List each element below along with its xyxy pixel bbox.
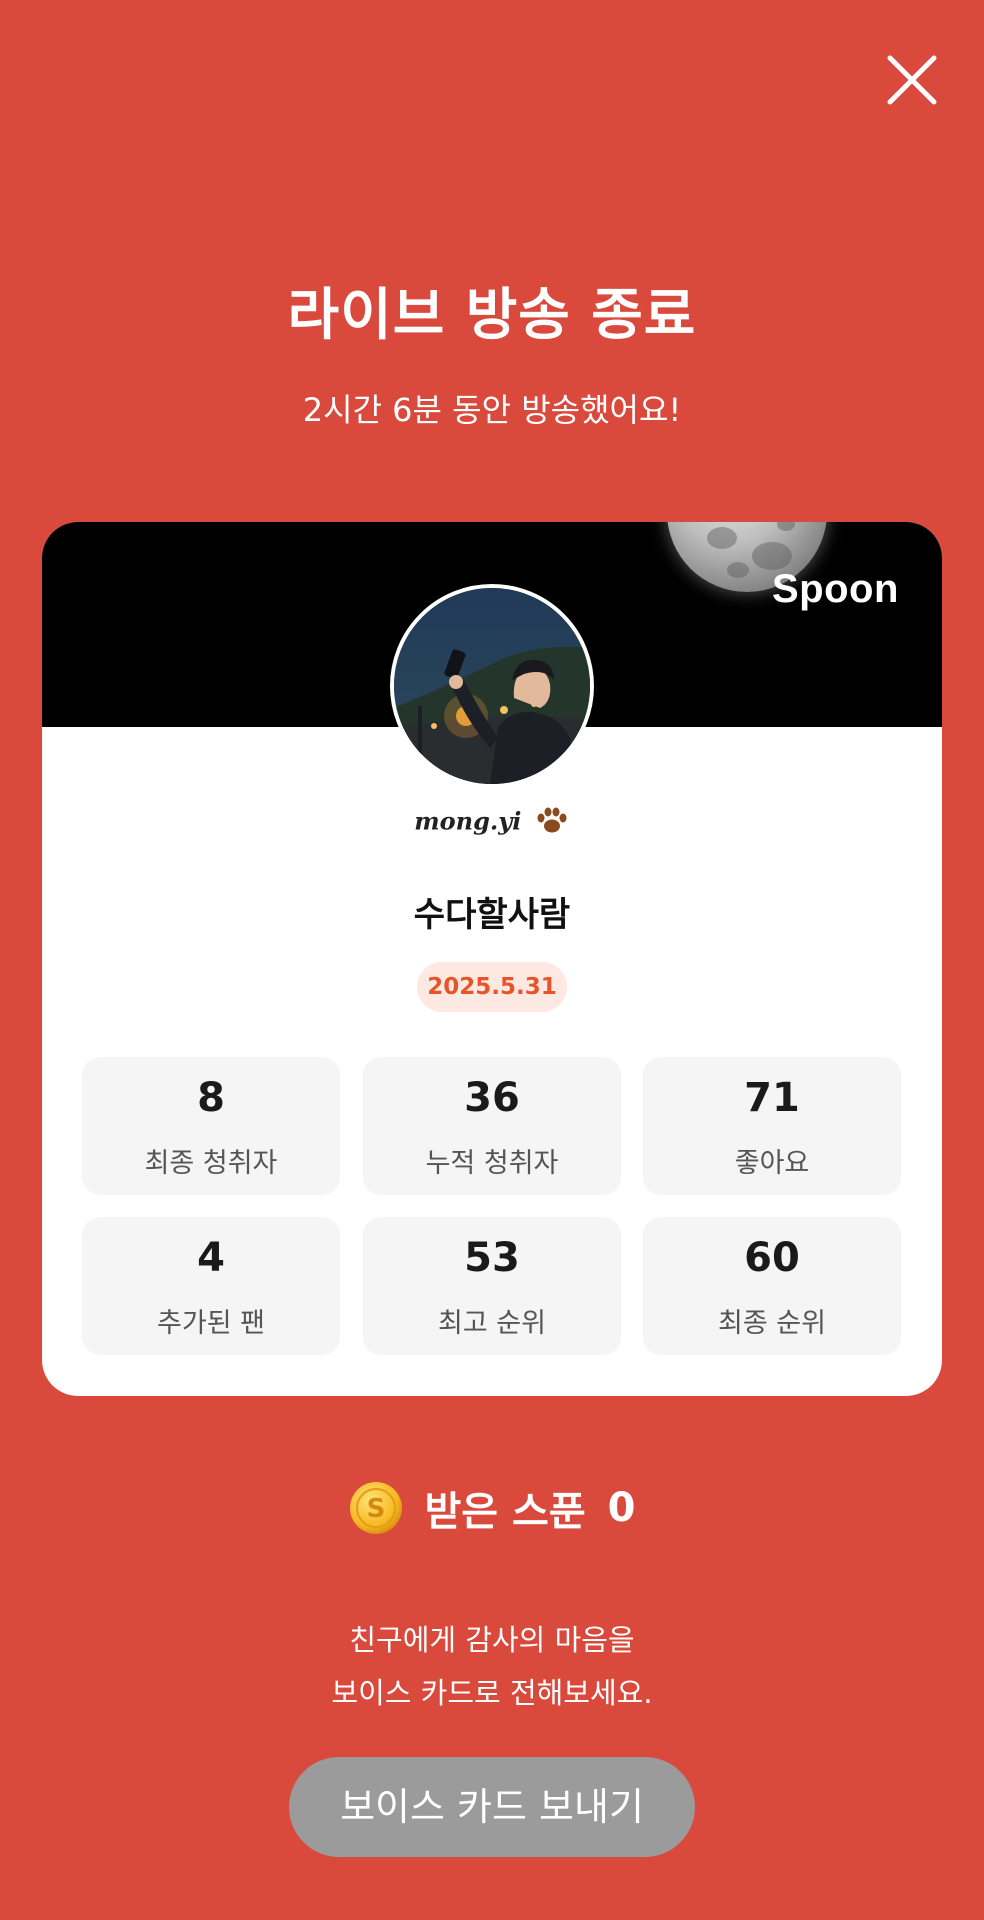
close-icon [887,55,937,105]
stat-label: 최종 순위 [718,1308,826,1339]
stat-highest-rank: 53 최고 순위 [363,1217,621,1355]
stat-new-fans: 4 추가된 팬 [82,1217,340,1355]
svg-text:S: S [366,1494,385,1524]
spoon-logo: Spoon [772,567,899,611]
broadcast-duration: 2시간 6분 동안 방송했어요! [302,391,682,429]
send-voice-card-button[interactable]: 보이스 카드 보내기 [289,1757,695,1857]
stat-total-listeners: 36 누적 청취자 [363,1057,621,1195]
spoon-coin-icon: S [349,1482,402,1534]
broadcast-date-badge: 2025.5.31 [417,962,567,1012]
stat-value: 8 [197,1075,225,1121]
close-button[interactable] [882,50,942,110]
stat-likes: 71 좋아요 [643,1057,901,1195]
stat-value: 4 [197,1235,225,1281]
broadcast-summary-card: Spoon mong.yi 수다할사람 2025.5.31 8 최종 청취자 3… [42,522,942,1396]
received-spoons: S 받은 스푼 0 [0,1478,984,1538]
stat-label: 좋아요 [734,1148,810,1179]
stat-label: 누적 청취자 [425,1148,559,1179]
nickname-text: mong.yi [414,806,522,836]
stat-label: 추가된 팬 [157,1308,265,1339]
stat-value: 71 [744,1075,800,1121]
thanks-message-line2: 보이스 카드로 전해보세요. [331,1676,653,1710]
live-end-screen: 라이브 방송 종료 2시간 6분 동안 방송했어요! Spoon mong.yi… [0,0,984,1920]
avatar [390,584,594,788]
stat-label: 최고 순위 [438,1308,546,1339]
stat-final-rank: 60 최종 순위 [643,1217,901,1355]
stat-value: 36 [464,1075,520,1121]
received-spoons-label: 받은 스푼 [424,1489,586,1535]
page-title: 라이브 방송 종료 [287,283,697,348]
stat-label: 최종 청취자 [144,1148,278,1179]
stat-value: 53 [464,1235,520,1281]
paw-icon [534,805,570,841]
received-spoons-count: 0 [607,1485,636,1531]
stat-value: 60 [744,1235,800,1281]
thanks-message-line1: 친구에게 감사의 마음을 [349,1623,635,1657]
stat-final-listeners: 8 최종 청취자 [82,1057,340,1195]
nickname: mong.yi [42,805,942,841]
username: 수다할사람 [413,895,571,935]
